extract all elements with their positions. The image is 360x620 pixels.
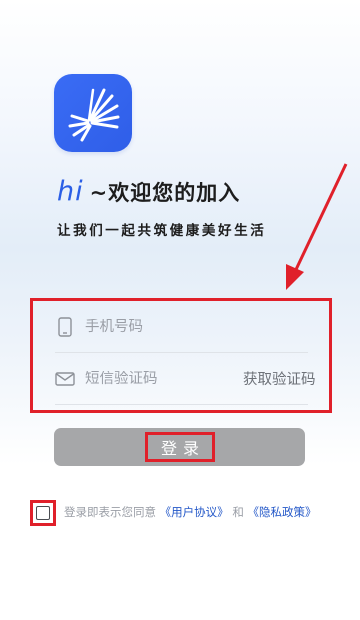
annotation-arrow-icon (286, 163, 348, 290)
login-button-highlight[interactable]: 登录 (145, 432, 215, 462)
sms-code-field: 获取验证码 (55, 353, 316, 405)
user-agreement-link[interactable]: 《用户协议》 (160, 505, 229, 519)
app-logo (54, 74, 132, 152)
agreement-checkbox-highlight (30, 500, 56, 526)
phone-icon (55, 316, 75, 337)
app-logo-icon (68, 88, 120, 142)
phone-input[interactable] (85, 318, 225, 335)
agreement-and: 和 (232, 505, 244, 519)
welcome-title: hi ~欢迎您的加入 (57, 176, 240, 210)
agreement-text: 登录即表示您同意 《用户协议》 和 《隐私政策》 (64, 504, 316, 520)
sms-code-input[interactable] (85, 370, 225, 387)
phone-field (55, 301, 308, 353)
login-button-label: 登录 (160, 439, 205, 458)
login-form: 获取验证码 (30, 298, 332, 413)
agreement-checkbox[interactable] (36, 506, 50, 520)
welcome-hi: hi (57, 176, 84, 207)
welcome-text: ~欢迎您的加入 (89, 181, 241, 205)
agreement-prefix: 登录即表示您同意 (64, 505, 156, 519)
envelope-icon (55, 371, 75, 386)
welcome-subtitle: 让我们一起共筑健康美好生活 (57, 223, 267, 239)
get-code-button[interactable]: 获取验证码 (243, 368, 316, 389)
privacy-policy-link[interactable]: 《隐私政策》 (247, 505, 316, 519)
